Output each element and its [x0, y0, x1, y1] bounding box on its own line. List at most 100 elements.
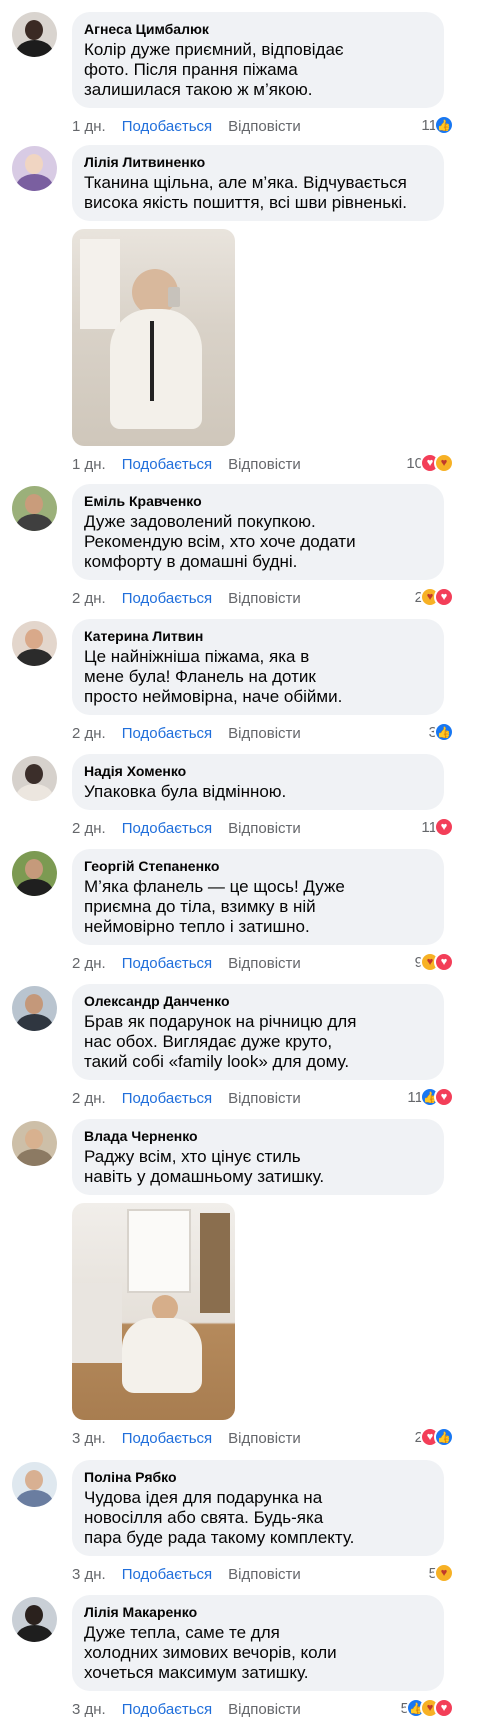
comment-time[interactable]: 1 дн.	[72, 456, 106, 473]
like-reaction-icon: 👍	[434, 722, 454, 742]
comment-time[interactable]: 2 дн.	[72, 820, 106, 837]
comment: Лілія Литвиненко Тканина щільна, але м’я…	[0, 133, 480, 484]
comment-author[interactable]: Поліна Рябко	[84, 1468, 432, 1486]
comment-time[interactable]: 2 дн.	[72, 955, 106, 972]
reaction-summary[interactable]: 11 👍 ♥	[407, 1087, 454, 1107]
comment-time[interactable]: 1 дн.	[72, 118, 106, 135]
comment-actions: 1 дн. Подобається Відповісти 10 ♥ ♥	[72, 446, 456, 482]
comment: Влада Черненко Раджу всім, хто цінує сти…	[0, 1119, 480, 1460]
comment-actions: 2 дн. Подобається Відповісти 9 ♥ ♥	[72, 945, 456, 981]
reaction-summary[interactable]: 2 ♥ 👍	[415, 1427, 454, 1447]
reaction-summary[interactable]: 11 ♥	[421, 817, 454, 837]
comment-time[interactable]: 3 дн.	[72, 1430, 106, 1447]
comment: Агнеса Цимбалюк Колір дуже приємний, від…	[0, 0, 480, 135]
comment-actions: 2 дн. Подобається Відповісти 3 👍	[72, 715, 456, 751]
comment-text: Дуже тепла, саме те для холодних зимових…	[84, 1623, 337, 1682]
comment-text: Колір дуже приємний, відповідає фото. Пі…	[84, 40, 344, 99]
comment-bubble: Влада Черненко Раджу всім, хто цінує сти…	[72, 1119, 444, 1195]
reply-link[interactable]: Відповісти	[228, 820, 301, 837]
comment-author[interactable]: Катерина Литвин	[84, 627, 432, 645]
comment-bubble: Олександр Данченко Брав як подарунок на …	[72, 984, 444, 1080]
comment: Георгій Степаненко М’яка фланель — це що…	[0, 849, 480, 984]
avatar[interactable]	[12, 486, 57, 531]
comment: Поліна Рябко Чудова ідея для подарунка н…	[0, 1460, 480, 1595]
comment-bubble: Поліна Рябко Чудова ідея для подарунка н…	[72, 1460, 444, 1556]
like-link[interactable]: Подобається	[122, 1566, 212, 1583]
comment-text: Тканина щільна, але м’яка. Відчувається …	[84, 173, 407, 212]
comment-author[interactable]: Лілія Литвиненко	[84, 153, 432, 171]
comment-time[interactable]: 3 дн.	[72, 1566, 106, 1583]
comment-actions: 3 дн. Подобається Відповісти 5 👍 ♥ ♥	[72, 1691, 456, 1727]
reply-link[interactable]: Відповісти	[228, 955, 301, 972]
comment-bubble: Еміль Кравченко Дуже задоволений покупко…	[72, 484, 444, 580]
reply-link[interactable]: Відповісти	[228, 725, 301, 742]
comment-bubble: Лілія Макаренко Дуже тепла, саме те для …	[72, 1595, 444, 1691]
reaction-summary[interactable]: 10 ♥ ♥	[406, 453, 454, 473]
comment-photo[interactable]	[72, 229, 235, 446]
comment-text: Це найніжніша піжама, яка в мене була! Ф…	[84, 647, 343, 706]
comment-text: Упаковка була відмінною.	[84, 782, 287, 801]
avatar[interactable]	[12, 1462, 57, 1507]
like-link[interactable]: Подобається	[122, 820, 212, 837]
comment-actions: 3 дн. Подобається Відповісти 5 ♥	[72, 1556, 456, 1592]
reply-link[interactable]: Відповісти	[228, 1430, 301, 1447]
comments-feed: Агнеса Цимбалюк Колір дуже приємний, від…	[0, 0, 480, 1730]
reply-link[interactable]: Відповісти	[228, 118, 301, 135]
reaction-summary[interactable]: 5 👍 ♥ ♥	[401, 1698, 454, 1718]
avatar[interactable]	[12, 986, 57, 1031]
love-reaction-icon: ♥	[434, 952, 454, 972]
comment-text: Дуже задоволений покупкою. Рекомендую вс…	[84, 512, 356, 571]
avatar[interactable]	[12, 1597, 57, 1642]
avatar[interactable]	[12, 146, 57, 191]
reaction-summary[interactable]: 5 ♥	[429, 1563, 454, 1583]
comment-time[interactable]: 2 дн.	[72, 590, 106, 607]
like-link[interactable]: Подобається	[122, 1701, 212, 1718]
like-link[interactable]: Подобається	[122, 1430, 212, 1447]
comment-text: М’яка фланель — це щось! Дуже приємна до…	[84, 877, 345, 936]
reaction-summary[interactable]: 9 ♥ ♥	[415, 952, 454, 972]
comment-author[interactable]: Олександр Данченко	[84, 992, 432, 1010]
like-reaction-icon: 👍	[434, 1427, 454, 1447]
reply-link[interactable]: Відповісти	[228, 1090, 301, 1107]
reply-link[interactable]: Відповісти	[228, 590, 301, 607]
reply-link[interactable]: Відповісти	[228, 1566, 301, 1583]
comment-bubble: Георгій Степаненко М’яка фланель — це що…	[72, 849, 444, 945]
comment: Лілія Макаренко Дуже тепла, саме те для …	[0, 1595, 480, 1730]
like-reaction-icon: 👍	[434, 115, 454, 135]
comment-time[interactable]: 2 дн.	[72, 725, 106, 742]
comment: Надія Хоменко Упаковка була відмінною. 2…	[0, 754, 480, 849]
comment-author[interactable]: Георгій Степаненко	[84, 857, 432, 875]
like-link[interactable]: Подобається	[122, 590, 212, 607]
comment-text: Чудова ідея для подарунка на новосілля а…	[84, 1488, 355, 1547]
comment-bubble: Агнеса Цимбалюк Колір дуже приємний, від…	[72, 12, 444, 108]
reaction-summary[interactable]: 3 👍	[429, 722, 454, 742]
like-link[interactable]: Подобається	[122, 725, 212, 742]
comment-bubble: Катерина Литвин Це найніжніша піжама, як…	[72, 619, 444, 715]
comment-author[interactable]: Влада Черненко	[84, 1127, 432, 1145]
comment-author[interactable]: Надія Хоменко	[84, 762, 432, 780]
like-link[interactable]: Подобається	[122, 456, 212, 473]
avatar[interactable]	[12, 621, 57, 666]
comment-time[interactable]: 2 дн.	[72, 1090, 106, 1107]
comment-actions: 2 дн. Подобається Відповісти 11 ♥	[72, 810, 456, 846]
avatar[interactable]	[12, 12, 57, 57]
comment-time[interactable]: 3 дн.	[72, 1701, 106, 1718]
comment-actions: 3 дн. Подобається Відповісти 2 ♥ 👍	[72, 1420, 456, 1456]
comment-author[interactable]: Лілія Макаренко	[84, 1603, 432, 1621]
comment-bubble: Надія Хоменко Упаковка була відмінною.	[72, 754, 444, 810]
avatar[interactable]	[12, 756, 57, 801]
like-link[interactable]: Подобається	[122, 1090, 212, 1107]
reaction-summary[interactable]: 11 👍	[421, 115, 454, 135]
avatar[interactable]	[12, 1121, 57, 1166]
comment-photo[interactable]	[72, 1203, 235, 1420]
love-reaction-icon: ♥	[434, 587, 454, 607]
comment-author[interactable]: Еміль Кравченко	[84, 492, 432, 510]
like-link[interactable]: Подобається	[122, 955, 212, 972]
love-reaction-icon: ♥	[434, 817, 454, 837]
avatar[interactable]	[12, 851, 57, 896]
reply-link[interactable]: Відповісти	[228, 1701, 301, 1718]
comment-author[interactable]: Агнеса Цимбалюк	[84, 20, 432, 38]
reply-link[interactable]: Відповісти	[228, 456, 301, 473]
like-link[interactable]: Подобається	[122, 118, 212, 135]
reaction-summary[interactable]: 2 ♥ ♥	[415, 587, 454, 607]
